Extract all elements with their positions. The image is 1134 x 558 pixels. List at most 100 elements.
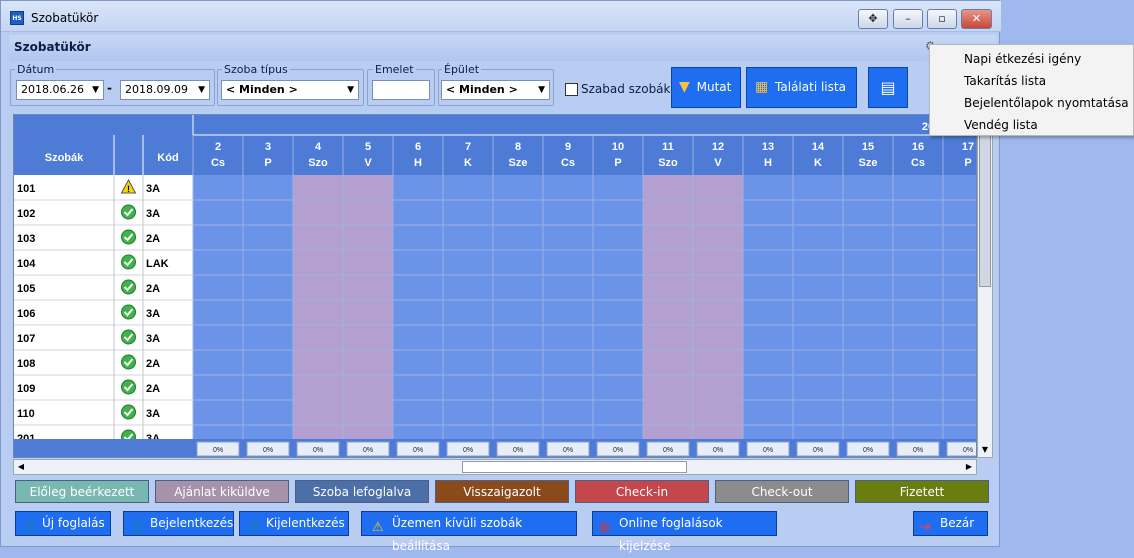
free-rooms-checkbox[interactable] — [565, 83, 578, 96]
horizontal-scrollbar[interactable]: ◀ ▶ — [13, 459, 977, 475]
day-column — [793, 175, 843, 439]
menu-item-print-registration[interactable]: Bejelentőlapok nyomtatása — [964, 96, 1129, 110]
scroll-down-icon[interactable]: ▼ — [979, 443, 991, 456]
occupancy-percent: 0% — [663, 447, 673, 454]
chevron-down-icon: ▼ — [538, 85, 545, 95]
move-icon[interactable]: ✥ — [858, 9, 888, 29]
menu-item-guest-list[interactable]: Vendég lista — [964, 118, 1038, 132]
close-window-button[interactable]: ✕ — [961, 9, 992, 29]
minimize-button[interactable]: – — [893, 9, 923, 29]
window-title: Szobatükör — [31, 11, 99, 25]
check-out-button[interactable]: 👤 Kijelentkezés — [239, 511, 349, 536]
show-button[interactable]: ▼ Mutat — [671, 67, 741, 108]
day-column — [943, 175, 976, 439]
legend-item: Check-in — [575, 480, 709, 503]
rooms-header: Szobák — [45, 152, 84, 164]
building-value: < Minden > — [446, 83, 518, 96]
day-number: 8 — [515, 141, 521, 153]
context-menu: Napi étkezési igény Takarítás lista Beje… — [929, 44, 1134, 136]
day-number: 10 — [612, 141, 624, 153]
person-add-icon: 👤 — [22, 520, 39, 535]
occupancy-percent: 0% — [563, 447, 573, 454]
occupancy-percent: 0% — [313, 447, 323, 454]
day-number: 13 — [762, 141, 774, 153]
legend-item: Szoba lefoglalva — [295, 480, 429, 503]
chevron-down-icon: ▼ — [92, 85, 99, 95]
online-bookings-button[interactable]: ◍ Online foglalások kijelzése — [592, 511, 777, 553]
close-label: Bezár — [940, 516, 975, 530]
room-number: 109 — [17, 383, 35, 395]
day-number: 14 — [812, 141, 825, 153]
menu-item-daily-meals[interactable]: Napi étkezési igény — [964, 52, 1081, 66]
room-grid-canvas: 2018. augSzobákKód2Cs3P4Szo5V6H7K8Sze9Cs… — [14, 115, 976, 457]
vertical-scroll-thumb[interactable] — [979, 117, 991, 287]
person-in-icon: 👤 — [130, 520, 147, 535]
grid-list-icon: ▦ — [755, 79, 769, 95]
chevron-down-icon: ▼ — [347, 85, 354, 95]
occupancy-percent: 0% — [713, 447, 723, 454]
date-to-value: 2018.09.09 — [125, 83, 188, 96]
day-column — [243, 175, 293, 439]
results-list-button[interactable]: ▦ Találati lista — [746, 67, 857, 108]
floor-input[interactable] — [372, 80, 430, 100]
room-type-select[interactable]: < Minden > ▼ — [221, 80, 359, 100]
code-header: Kód — [157, 152, 178, 164]
room-code: 2A — [146, 383, 160, 395]
scroll-right-icon[interactable]: ▶ — [963, 461, 975, 473]
globe-icon: ◍ — [599, 520, 611, 535]
check-in-label: Bejelentkezés — [150, 516, 234, 530]
legend-item: Fizetett — [855, 480, 989, 503]
occupancy-percent: 0% — [613, 447, 623, 454]
room-code: 2A — [146, 283, 160, 295]
day-column — [693, 175, 743, 439]
building-label: Épület — [442, 63, 482, 76]
date-from-value: 2018.06.26 — [21, 83, 84, 96]
occupancy-percent: 0% — [963, 447, 973, 454]
building-select[interactable]: < Minden > ▼ — [441, 80, 550, 100]
out-of-service-label: Üzemen kívüli szobák beállítása — [392, 516, 523, 553]
day-number: 5 — [365, 141, 371, 153]
out-of-service-button[interactable]: ⚠ Üzemen kívüli szobák beállítása — [361, 511, 577, 553]
legend-item: Check-out — [715, 480, 849, 503]
day-column — [393, 175, 443, 439]
day-column — [643, 175, 693, 439]
day-name: Szo — [308, 157, 328, 169]
status-legend: Előleg beérkezett Ajánlat kiküldve Szoba l… — [15, 480, 995, 504]
ok-icon — [121, 229, 136, 245]
day-number: 11 — [662, 141, 674, 153]
show-button-label: Mutat — [696, 80, 732, 94]
close-button[interactable]: ⇥ Bezár — [913, 511, 988, 536]
day-name: H — [414, 157, 422, 169]
room-number: 103 — [17, 233, 35, 245]
day-name: V — [714, 157, 722, 169]
day-name: P — [964, 157, 971, 169]
scroll-left-icon[interactable]: ◀ — [15, 461, 27, 473]
check-in-button[interactable]: 👤 Bejelentkezés — [123, 511, 234, 536]
occupancy-percent: 0% — [813, 447, 823, 454]
room-type-label: Szoba típus — [222, 63, 290, 76]
vertical-scrollbar[interactable]: ▼ — [977, 114, 993, 458]
horizontal-scroll-thumb[interactable] — [462, 461, 687, 473]
ok-icon — [121, 379, 136, 395]
date-to-picker[interactable]: 2018.09.09 ▼ — [120, 80, 210, 100]
occupancy-percent: 0% — [363, 447, 373, 454]
date-label: Dátum — [15, 63, 57, 76]
occupancy-percent: 0% — [763, 447, 773, 454]
room-number: 107 — [17, 333, 35, 345]
day-number: 16 — [912, 141, 924, 153]
day-number: 15 — [862, 141, 874, 153]
day-name: H — [764, 157, 772, 169]
filter-funnel-icon: ▼ — [679, 79, 690, 95]
room-code: 3A — [146, 308, 160, 320]
calendar-options-button[interactable]: ▤ — [868, 67, 908, 108]
new-booking-button[interactable]: 👤 Új foglalás — [15, 511, 111, 536]
exit-door-icon: ⇥ — [920, 520, 931, 535]
menu-item-cleaning-list[interactable]: Takarítás lista — [964, 74, 1046, 88]
day-column — [293, 175, 343, 439]
new-booking-label: Új foglalás — [42, 516, 105, 530]
room-number: 108 — [17, 358, 35, 370]
legend-item: Előleg beérkezett — [15, 480, 149, 503]
day-number: 3 — [265, 141, 271, 153]
maximize-button[interactable]: ▫ — [927, 9, 957, 29]
date-from-picker[interactable]: 2018.06.26 ▼ — [16, 80, 104, 100]
